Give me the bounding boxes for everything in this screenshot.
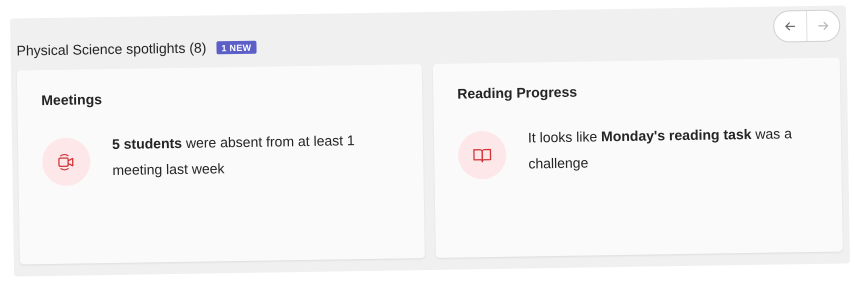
new-badge: 1 NEW — [216, 40, 257, 54]
arrow-left-icon — [785, 22, 796, 31]
spotlight-card-meetings[interactable]: Meetings 5 students were absent from at … — [16, 64, 425, 265]
panel-header: Physical Science spotlights (8) 1 NEW — [16, 39, 257, 59]
previous-button[interactable] — [774, 11, 806, 41]
card-message: It looks like Monday's reading task was … — [528, 120, 809, 176]
next-button[interactable] — [806, 10, 840, 42]
card-title: Reading Progress — [457, 83, 578, 102]
highlight-task: Monday's reading task — [600, 125, 752, 145]
spotlights-panel: Physical Science spotlights (8) 1 NEW Me… — [10, 5, 850, 277]
meeting-icon-badge — [41, 137, 91, 187]
video-call-icon — [58, 154, 74, 171]
spotlight-card-reading-progress[interactable]: Reading Progress It looks like Monday's … — [432, 57, 843, 258]
highlight-students: 5 students — [111, 134, 183, 152]
panel-title: Physical Science spotlights (8) — [16, 39, 207, 59]
carousel-nav — [772, 9, 841, 43]
message-pre: It looks like — [527, 128, 602, 146]
card-title: Meetings — [41, 91, 103, 109]
reading-icon-badge — [457, 130, 507, 180]
arrow-right-icon — [818, 21, 829, 30]
card-message: 5 students were absent from at least 1 m… — [112, 127, 393, 183]
book-icon — [473, 148, 492, 163]
